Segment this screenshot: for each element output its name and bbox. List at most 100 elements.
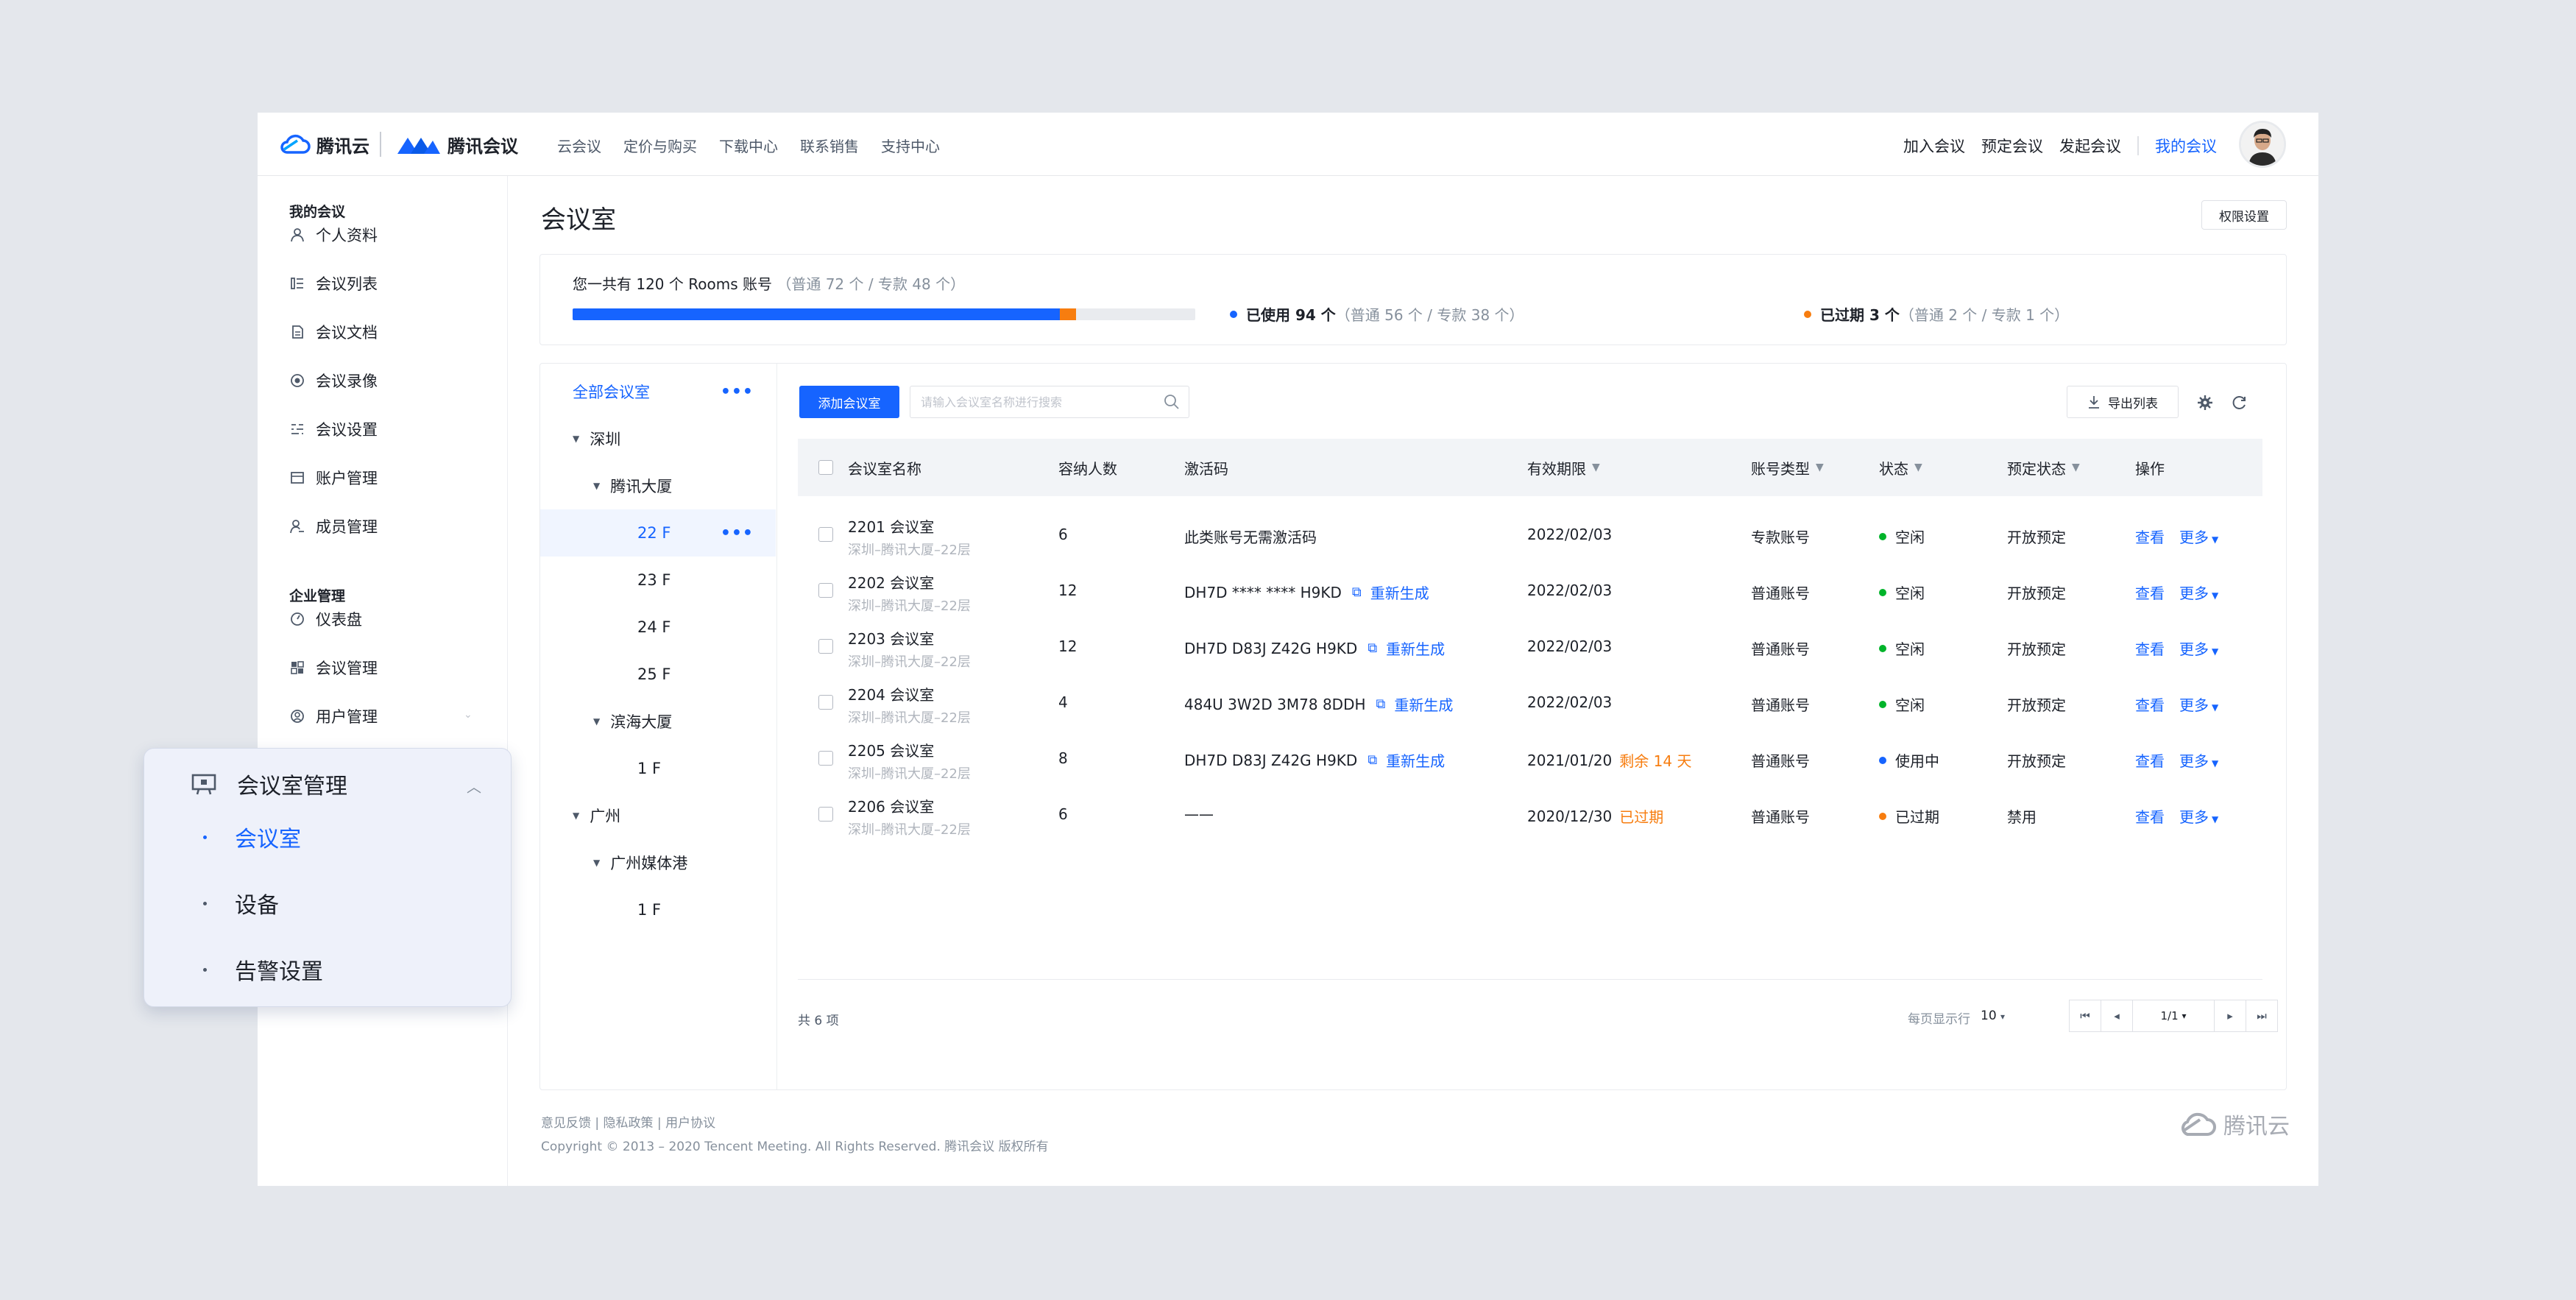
select-all-checkbox[interactable]: [818, 439, 833, 496]
tree-node[interactable]: 25 F: [540, 651, 776, 698]
copy-icon[interactable]: ⧉: [1352, 584, 1362, 600]
row-checkbox[interactable]: [818, 639, 833, 654]
chevron-up-icon[interactable]: ︿: [467, 775, 481, 796]
col-booking-status[interactable]: 预定状态 ▼: [2007, 439, 2080, 496]
copy-icon[interactable]: ⧉: [1376, 696, 1386, 712]
popup-header[interactable]: 会议室管理: [191, 768, 347, 800]
col-status[interactable]: 状态 ▼: [1879, 439, 1922, 496]
page-select[interactable]: 1/1 ▾: [2132, 1000, 2215, 1032]
permission-settings-button[interactable]: 权限设置: [2201, 200, 2287, 230]
last-page-icon[interactable]: ⏭: [2246, 1000, 2278, 1032]
tree-node[interactable]: 全部会议室 •••: [540, 368, 776, 415]
refresh-icon[interactable]: [2232, 395, 2248, 414]
export-list-button[interactable]: 导出列表: [2067, 386, 2179, 418]
sidebar-item-user-manage[interactable]: 用户管理: [289, 702, 378, 731]
first-page-icon[interactable]: ⏮: [2069, 1000, 2101, 1032]
tencent-meeting-logo[interactable]: 腾讯会议: [396, 129, 518, 160]
tree-node[interactable]: 23 F: [540, 557, 776, 604]
regenerate-link[interactable]: 重新生成: [1386, 637, 1445, 659]
caret-down-icon[interactable]: ▼: [573, 810, 579, 821]
caret-down-icon[interactable]: ▼: [593, 481, 600, 491]
tree-node[interactable]: ▼ 广州媒体港: [540, 839, 776, 886]
nav-pricing[interactable]: 定价与购买: [623, 135, 697, 156]
tree-node[interactable]: ▼ 广州: [540, 792, 776, 839]
search-icon[interactable]: [1164, 394, 1180, 413]
regenerate-link[interactable]: 重新生成: [1370, 582, 1429, 603]
more-dropdown[interactable]: 更多 ▼: [2179, 749, 2218, 771]
more-dropdown[interactable]: 更多 ▼: [2179, 693, 2218, 715]
search-input[interactable]: [921, 392, 1156, 411]
row-checkbox[interactable]: [818, 527, 833, 542]
footer-links[interactable]: 意见反馈 | 隐私政策 | 用户协议: [541, 1112, 715, 1131]
copy-icon[interactable]: ⧉: [1367, 752, 1377, 768]
col-expiry[interactable]: 有效期限 ▼: [1527, 439, 1600, 496]
sidebar-item-dashboard[interactable]: 仪表盘: [289, 604, 362, 634]
view-link[interactable]: 查看: [2135, 693, 2165, 715]
caret-down-icon[interactable]: ▼: [593, 716, 600, 727]
row-checkbox[interactable]: [818, 751, 833, 766]
chevron-down-icon[interactable]: ⌄: [464, 709, 473, 721]
room-name[interactable]: 2205 会议室: [848, 739, 934, 760]
room-name[interactable]: 2202 会议室: [848, 571, 934, 593]
col-account-type[interactable]: 账号类型 ▼: [1751, 439, 1824, 496]
avatar[interactable]: [2239, 121, 2286, 168]
room-name[interactable]: 2204 会议室: [848, 683, 934, 704]
copy-icon[interactable]: ⧉: [1367, 640, 1377, 656]
popup-item-alerts[interactable]: 告警设置: [203, 953, 323, 986]
nav-support[interactable]: 支持中心: [881, 135, 940, 156]
tree-node[interactable]: 24 F: [540, 604, 776, 651]
sidebar-item-account[interactable]: 账户管理: [289, 463, 378, 492]
nav-cloud-meeting[interactable]: 云会议: [557, 135, 601, 156]
caret-down-icon[interactable]: ▼: [593, 858, 600, 868]
tree-node[interactable]: 1 F: [540, 886, 776, 933]
popup-item-devices[interactable]: 设备: [203, 887, 279, 919]
sidebar-item-recordings[interactable]: 会议录像: [289, 366, 378, 395]
tree-node[interactable]: 22 F •••: [540, 509, 776, 557]
room-name[interactable]: 2201 会议室: [848, 515, 934, 537]
next-page-icon[interactable]: ▸: [2214, 1000, 2246, 1032]
add-room-button[interactable]: 添加会议室: [799, 386, 899, 418]
room-name[interactable]: 2203 会议室: [848, 627, 934, 649]
popup-item-label: 会议室: [235, 827, 301, 852]
start-meeting-link[interactable]: 发起会议: [2059, 135, 2121, 157]
view-link[interactable]: 查看: [2135, 749, 2165, 771]
schedule-meeting-link[interactable]: 预定会议: [1981, 135, 2043, 157]
nav-contact-sales[interactable]: 联系销售: [800, 135, 859, 156]
sidebar-item-profile[interactable]: 个人资料: [289, 220, 378, 250]
prev-page-icon[interactable]: ◂: [2101, 1000, 2133, 1032]
more-options-icon[interactable]: •••: [721, 383, 754, 401]
more-dropdown[interactable]: 更多 ▼: [2179, 526, 2218, 547]
tencent-cloud-logo[interactable]: 腾讯云: [278, 129, 369, 160]
sidebar-item-meeting-list[interactable]: 会议列表: [289, 269, 378, 298]
view-link[interactable]: 查看: [2135, 526, 2165, 547]
page-size-selector[interactable]: 每页显示行 10 ▾: [1908, 1008, 2005, 1027]
join-meeting-link[interactable]: 加入会议: [1903, 135, 1965, 157]
tree-node[interactable]: ▼ 滨海大厦: [540, 698, 776, 745]
row-checkbox[interactable]: [818, 807, 833, 822]
row-checkbox[interactable]: [818, 695, 833, 710]
more-dropdown[interactable]: 更多 ▼: [2179, 637, 2218, 659]
tree-node[interactable]: ▼ 深圳: [540, 415, 776, 462]
page-size-value[interactable]: 10 ▾: [1981, 1008, 2005, 1027]
more-dropdown[interactable]: 更多 ▼: [2179, 582, 2218, 603]
sidebar-item-members[interactable]: 成员管理: [289, 512, 378, 541]
room-name[interactable]: 2206 会议室: [848, 795, 934, 816]
tree-node[interactable]: ▼ 腾讯大厦: [540, 462, 776, 509]
tree-node[interactable]: 1 F: [540, 745, 776, 792]
gear-icon[interactable]: [2197, 395, 2213, 414]
row-checkbox[interactable]: [818, 583, 833, 598]
view-link[interactable]: 查看: [2135, 805, 2165, 827]
sidebar-item-meeting-manage[interactable]: 会议管理: [289, 653, 378, 682]
more-dropdown[interactable]: 更多 ▼: [2179, 805, 2218, 827]
my-meetings-link[interactable]: 我的会议: [2155, 135, 2217, 157]
more-options-icon[interactable]: •••: [721, 524, 754, 543]
popup-item-rooms[interactable]: 会议室: [203, 821, 301, 853]
caret-down-icon[interactable]: ▼: [573, 434, 579, 444]
sidebar-item-meeting-docs[interactable]: 会议文档: [289, 317, 378, 347]
view-link[interactable]: 查看: [2135, 582, 2165, 603]
sidebar-item-meeting-settings[interactable]: 会议设置: [289, 414, 378, 444]
view-link[interactable]: 查看: [2135, 637, 2165, 659]
regenerate-link[interactable]: 重新生成: [1394, 693, 1453, 715]
regenerate-link[interactable]: 重新生成: [1386, 749, 1445, 771]
nav-download[interactable]: 下载中心: [719, 135, 778, 156]
